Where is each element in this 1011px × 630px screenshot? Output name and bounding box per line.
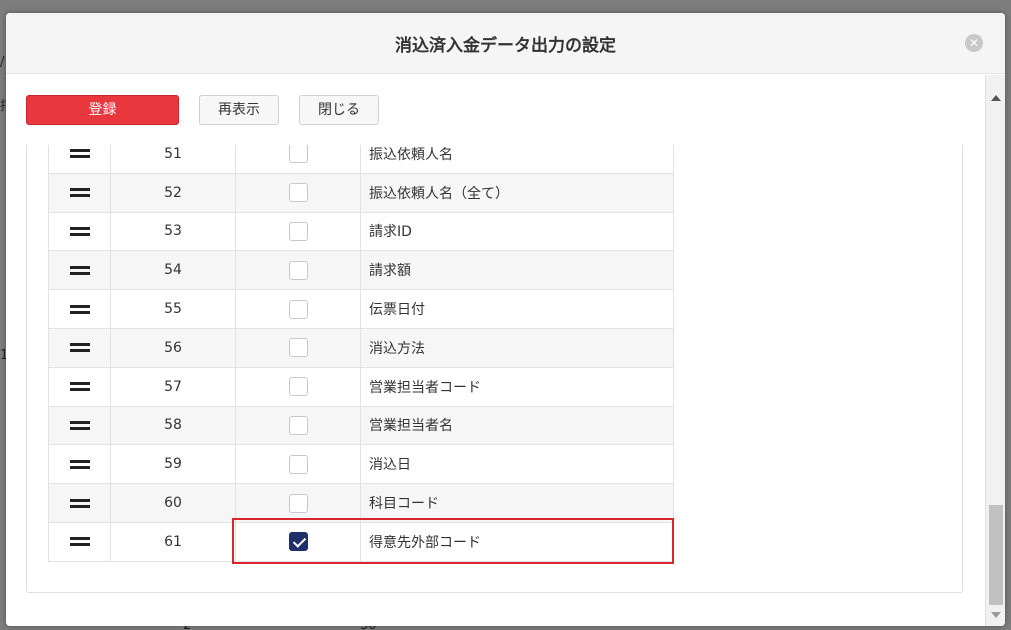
drag-handle[interactable] xyxy=(49,367,111,406)
column-settings-panel: 51 振込依頼人名 52 振込依頼人名（全て） 53 請求ID 54 請求額 55 伝票日付 56 消… xyxy=(26,145,963,593)
output-checkbox-checked[interactable] xyxy=(288,532,308,552)
drag-handle-icon xyxy=(69,382,90,392)
scrollbar-thumb[interactable] xyxy=(989,505,1003,605)
drag-handle-icon xyxy=(69,537,90,547)
checkbox-cell xyxy=(236,251,361,290)
settings-dialog: 消込済入金データ出力の設定 ✕ 登録 再表示 閉じる 51 振込依頼人名 52 振込依… xyxy=(6,13,1005,626)
scroll-up-arrow-icon[interactable] xyxy=(991,95,1001,101)
table-row: 59 消込日 xyxy=(48,445,674,485)
field-name: 営業担当者名 xyxy=(369,418,453,435)
row-number: 61 xyxy=(111,522,236,561)
checkbox-cell xyxy=(236,522,361,561)
field-name: 振込依頼人名 xyxy=(369,146,453,163)
table-row: 58 営業担当者名 xyxy=(48,406,674,446)
drag-handle[interactable] xyxy=(49,212,111,251)
drag-handle[interactable] xyxy=(49,251,111,290)
close-button[interactable]: 閉じる xyxy=(299,95,379,125)
field-name: 消込日 xyxy=(369,457,411,474)
drag-handle[interactable] xyxy=(49,173,111,212)
dialog-title: 消込済入金データ出力の設定 xyxy=(395,36,616,56)
field-name: 請求額 xyxy=(369,263,411,280)
row-number: 52 xyxy=(111,173,236,212)
checkbox-cell xyxy=(236,290,361,328)
drag-handle[interactable] xyxy=(49,145,111,173)
output-checkbox[interactable] xyxy=(288,145,308,164)
vertical-scrollbar[interactable] xyxy=(985,75,1005,626)
table-row: 57 営業担当者コード xyxy=(48,367,674,407)
output-checkbox[interactable] xyxy=(288,377,308,397)
output-checkbox[interactable] xyxy=(288,260,308,280)
drag-handle-icon xyxy=(69,343,90,353)
field-name: 伝票日付 xyxy=(369,302,425,319)
field-name: 得意先外部コード xyxy=(369,534,481,551)
close-icon[interactable]: ✕ xyxy=(965,34,983,52)
table-row: 56 消込方法 xyxy=(48,328,674,368)
field-name: 消込方法 xyxy=(369,340,425,357)
scroll-down-arrow-icon[interactable] xyxy=(991,612,1001,618)
checkbox-cell xyxy=(236,367,361,406)
drag-handle[interactable] xyxy=(49,290,111,328)
row-number: 57 xyxy=(111,367,236,406)
table-row: 54 請求額 xyxy=(48,251,674,291)
field-name: 振込依頼人名（全て） xyxy=(369,185,509,202)
drag-handle[interactable] xyxy=(49,328,111,367)
row-number: 55 xyxy=(111,290,236,328)
table-row: 55 伝票日付 xyxy=(48,290,674,329)
drag-handle-icon xyxy=(69,498,90,508)
dialog-header: 消込済入金データ出力の設定 ✕ xyxy=(6,13,1005,74)
output-checkbox[interactable] xyxy=(288,415,308,435)
output-checkbox[interactable] xyxy=(288,338,308,358)
dialog-body: 登録 再表示 閉じる 51 振込依頼人名 52 振込依頼人名（全て） 53 請求ID 54 請… xyxy=(6,75,985,626)
checkbox-cell xyxy=(236,484,361,522)
drag-handle[interactable] xyxy=(49,406,111,445)
output-checkbox[interactable] xyxy=(288,493,308,513)
table-row: 51 振込依頼人名 xyxy=(48,145,674,174)
drag-handle-icon xyxy=(69,226,90,236)
row-number: 51 xyxy=(111,145,236,173)
checkbox-cell xyxy=(236,328,361,367)
table-row: 52 振込依頼人名（全て） xyxy=(48,173,674,213)
table-row: 60 科目コード xyxy=(48,484,674,523)
drag-handle-icon xyxy=(69,149,90,159)
output-checkbox[interactable] xyxy=(288,454,308,474)
table-row: 53 請求ID xyxy=(48,212,674,252)
checkbox-cell xyxy=(236,406,361,445)
field-name: 請求ID xyxy=(369,224,412,241)
output-checkbox[interactable] xyxy=(288,221,308,241)
checkbox-cell xyxy=(236,212,361,251)
checkbox-cell xyxy=(236,173,361,212)
drag-handle-icon xyxy=(69,420,90,430)
row-number: 56 xyxy=(111,328,236,367)
drag-handle[interactable] xyxy=(49,484,111,522)
row-number: 59 xyxy=(111,445,236,484)
drag-handle-icon xyxy=(69,459,90,469)
register-button[interactable]: 登録 xyxy=(26,95,179,125)
drag-handle-icon xyxy=(69,265,90,275)
drag-handle-icon xyxy=(69,188,90,198)
row-number: 54 xyxy=(111,251,236,290)
table-row: 61 得意先外部コード xyxy=(48,522,674,562)
row-number: 53 xyxy=(111,212,236,251)
column-settings-table: 51 振込依頼人名 52 振込依頼人名（全て） 53 請求ID 54 請求額 55 伝票日付 56 消… xyxy=(48,145,674,562)
field-name: 科目コード xyxy=(369,496,439,513)
background-text: / xyxy=(0,55,5,70)
row-number: 60 xyxy=(111,484,236,522)
checkbox-cell xyxy=(236,145,361,173)
checkbox-cell xyxy=(236,445,361,484)
drag-handle-icon xyxy=(69,304,90,314)
drag-handle[interactable] xyxy=(49,445,111,484)
field-name: 営業担当者コード xyxy=(369,379,481,396)
drag-handle[interactable] xyxy=(49,522,111,561)
output-checkbox[interactable] xyxy=(288,183,308,203)
row-number: 58 xyxy=(111,406,236,445)
refresh-button[interactable]: 再表示 xyxy=(199,95,279,125)
output-checkbox[interactable] xyxy=(288,299,308,319)
